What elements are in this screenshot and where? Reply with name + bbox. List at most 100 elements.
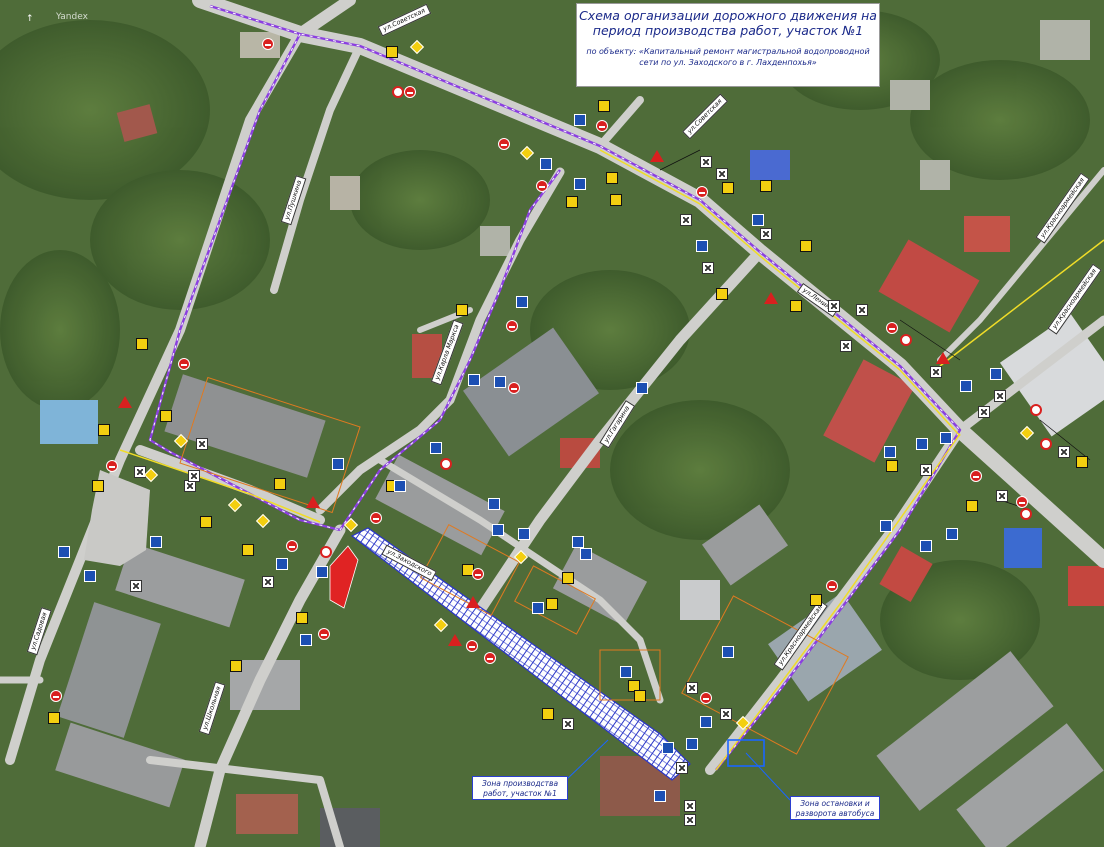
road-sign-works-icon [722, 182, 734, 194]
road-sign-info-icon [394, 480, 406, 492]
road-sign-works-icon [136, 338, 148, 350]
road-sign-no-entry-icon [498, 138, 510, 150]
road-sign-info-icon [654, 790, 666, 802]
road-sign-no-entry-icon [178, 358, 190, 370]
scheme-title-line1: Схема организации дорожного движения на [579, 8, 877, 23]
road-sign-info-icon [300, 634, 312, 646]
road-sign-crossroad-icon [720, 708, 732, 720]
road-sign-crossroad-icon [562, 718, 574, 730]
scheme-title-box: Схема организации дорожного движения на … [576, 3, 880, 87]
road-sign-warning-icon [650, 150, 664, 162]
road-sign-crossroad-icon [716, 168, 728, 180]
road-sign-info-icon [468, 374, 480, 386]
scheme-subtitle: по объекту: «Капитальный ремонт магистра… [586, 47, 870, 67]
traffic-scheme-map[interactable]: ↑ Yandex Схема организации дорожного дви… [0, 0, 1104, 847]
road-sign-no-entry-icon [886, 322, 898, 334]
road-sign-works-icon [1076, 456, 1088, 468]
road-sign-prohibit-icon [1040, 438, 1052, 450]
road-sign-no-entry-icon [696, 186, 708, 198]
road-sign-prohibit-icon [1030, 404, 1042, 416]
road-sign-info-icon [572, 536, 584, 548]
road-sign-no-entry-icon [508, 382, 520, 394]
road-sign-info-icon [880, 520, 892, 532]
road-sign-works-icon [760, 180, 772, 192]
road-sign-info-icon [636, 382, 648, 394]
road-sign-works-icon [810, 594, 822, 606]
road-sign-crossroad-icon [828, 300, 840, 312]
work-zone-callout[interactable]: Зона производства работ, участок №1 [472, 776, 568, 800]
road-sign-no-entry-icon [700, 692, 712, 704]
road-sign-crossroad-icon [840, 340, 852, 352]
north-arrow-icon: ↑ [26, 14, 34, 24]
road-sign-works-icon [634, 690, 646, 702]
road-sign-crossroad-icon [920, 464, 932, 476]
road-sign-works-icon [966, 500, 978, 512]
road-sign-works-icon [716, 288, 728, 300]
road-sign-crossroad-icon [262, 576, 274, 588]
road-sign-info-icon [990, 368, 1002, 380]
map-watermark: Yandex [56, 12, 88, 22]
road-sign-crossroad-icon [686, 682, 698, 694]
road-sign-no-entry-icon [370, 512, 382, 524]
road-sign-info-icon [920, 540, 932, 552]
road-sign-info-icon [752, 214, 764, 226]
road-sign-info-icon [540, 158, 552, 170]
road-sign-info-icon [532, 602, 544, 614]
road-sign-info-icon [662, 742, 674, 754]
road-sign-info-icon [574, 178, 586, 190]
road-sign-warning-icon [306, 496, 320, 508]
road-sign-works-icon [274, 478, 286, 490]
road-sign-info-icon [696, 240, 708, 252]
road-sign-crossroad-icon [978, 406, 990, 418]
road-sign-info-icon [516, 296, 528, 308]
road-sign-works-icon [230, 660, 242, 672]
road-sign-works-icon [92, 480, 104, 492]
road-sign-crossroad-icon [700, 156, 712, 168]
road-sign-no-entry-icon [286, 540, 298, 552]
road-sign-crossroad-icon [684, 800, 696, 812]
road-sign-no-entry-icon [826, 580, 838, 592]
road-sign-no-entry-icon [318, 628, 330, 640]
road-sign-no-entry-icon [506, 320, 518, 332]
road-sign-works-icon [886, 460, 898, 472]
road-sign-info-icon [620, 666, 632, 678]
road-sign-crossroad-icon [676, 762, 688, 774]
road-sign-works-icon [598, 100, 610, 112]
road-sign-no-entry-icon [404, 86, 416, 98]
road-sign-works-icon [546, 598, 558, 610]
road-sign-works-icon [200, 516, 212, 528]
road-sign-works-icon [386, 46, 398, 58]
road-sign-crossroad-icon [702, 262, 714, 274]
road-sign-crossroad-icon [1058, 446, 1070, 458]
road-sign-crossroad-icon [760, 228, 772, 240]
road-sign-info-icon [316, 566, 328, 578]
road-sign-warning-icon [936, 352, 950, 364]
road-sign-info-icon [492, 524, 504, 536]
road-sign-warning-icon [764, 292, 778, 304]
road-sign-works-icon [48, 712, 60, 724]
road-sign-info-icon [946, 528, 958, 540]
road-sign-info-icon [722, 646, 734, 658]
road-sign-info-icon [430, 442, 442, 454]
road-sign-info-icon [332, 458, 344, 470]
road-sign-no-entry-icon [484, 652, 496, 664]
road-sign-info-icon [488, 498, 500, 510]
road-sign-works-icon [562, 572, 574, 584]
road-sign-info-icon [686, 738, 698, 750]
road-sign-no-entry-icon [472, 568, 484, 580]
road-sign-info-icon [916, 438, 928, 450]
road-sign-works-icon [606, 172, 618, 184]
road-sign-no-entry-icon [536, 180, 548, 192]
road-sign-crossroad-icon [684, 814, 696, 826]
road-sign-no-entry-icon [262, 38, 274, 50]
road-sign-crossroad-icon [994, 390, 1006, 402]
road-sign-no-entry-icon [596, 120, 608, 132]
road-sign-works-icon [242, 544, 254, 556]
road-sign-crossroad-icon [196, 438, 208, 450]
road-sign-prohibit-icon [440, 458, 452, 470]
road-sign-info-icon [518, 528, 530, 540]
bus-stop-callout[interactable]: Зона остановки и разворота автобуса [790, 796, 880, 820]
road-sign-works-icon [456, 304, 468, 316]
road-sign-prohibit-icon [900, 334, 912, 346]
road-sign-works-icon [800, 240, 812, 252]
